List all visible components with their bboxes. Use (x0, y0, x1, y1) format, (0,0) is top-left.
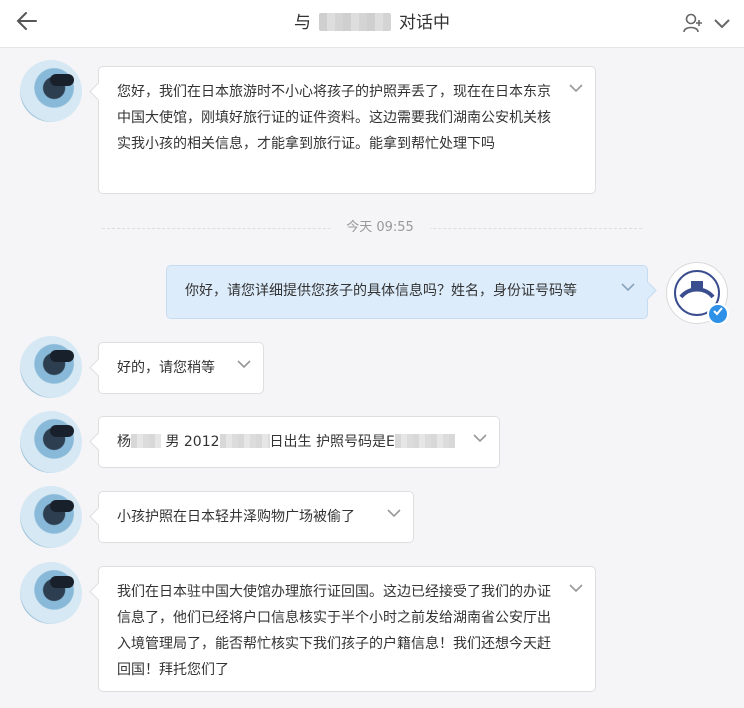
redacted-text (394, 434, 455, 448)
message-text: 小孩护照在日本轻井泽购物广场被偷了 (117, 509, 355, 525)
contact-avatar[interactable] (20, 562, 82, 624)
add-user-button[interactable] (682, 12, 704, 34)
message-text-part: 杨 (117, 434, 131, 450)
title-prefix: 与 (294, 13, 311, 33)
contact-avatar[interactable] (20, 336, 82, 398)
verified-badge (707, 303, 729, 325)
message-bubble: 我们在日本驻中国大使馆办理旅行证回国。这边已经接受了我们的办证信息了，他们已经将… (98, 566, 596, 692)
redacted-text (219, 434, 270, 448)
message-bubble: 好的，请您稍等 (98, 342, 264, 394)
contact-avatar[interactable] (20, 486, 82, 548)
chat-title: 与 对话中 (0, 0, 744, 47)
redacted-text (131, 434, 161, 448)
chevron-down-icon[interactable] (237, 359, 251, 369)
message-text: 好的，请您稍等 (117, 360, 215, 376)
chevron-down-icon (714, 19, 730, 29)
message-text: 您好，我们在日本旅游时不小心将孩子的护照弄丢了，现在在日本东京中国大使馆，刚填好… (117, 84, 551, 152)
chat-header: 与 对话中 (0, 0, 744, 48)
message-bubble: 您好，我们在日本旅游时不小心将孩子的护照弄丢了，现在在日本东京中国大使馆，刚填好… (98, 66, 596, 194)
header-menu-button[interactable] (712, 14, 732, 32)
message-text: 你好，请您详细提供您孩子的具体信息吗？姓名，身份证号码等 (185, 283, 577, 299)
chevron-down-icon[interactable] (621, 282, 635, 292)
message-text-part: 男 2012 (165, 434, 220, 450)
checkmark-icon (713, 307, 723, 316)
contact-avatar[interactable] (20, 411, 82, 473)
timestamp: 今天 09:55 (330, 218, 430, 238)
title-suffix: 对话中 (399, 13, 450, 33)
chevron-down-icon[interactable] (473, 433, 487, 443)
chevron-down-icon[interactable] (569, 583, 583, 593)
message-bubble: 杨 男 2012 日出生 护照号码是E (98, 416, 500, 468)
my-message-bubble: 你好，请您详细提供您孩子的具体信息吗？姓名，身份证号码等 (166, 265, 648, 319)
message-bubble: 小孩护照在日本轻井泽购物广场被偷了 (98, 491, 414, 543)
message-text: 我们在日本驻中国大使馆办理旅行证回国。这边已经接受了我们的办证信息了，他们已经将… (117, 584, 551, 678)
my-avatar[interactable] (666, 262, 729, 325)
chevron-down-icon[interactable] (569, 83, 583, 93)
chevron-down-icon[interactable] (387, 508, 401, 518)
message-text-part: 日出生 护照号码是E (269, 434, 395, 450)
add-user-icon (683, 13, 702, 33)
contact-avatar[interactable] (20, 60, 82, 122)
redacted-name (319, 13, 391, 31)
